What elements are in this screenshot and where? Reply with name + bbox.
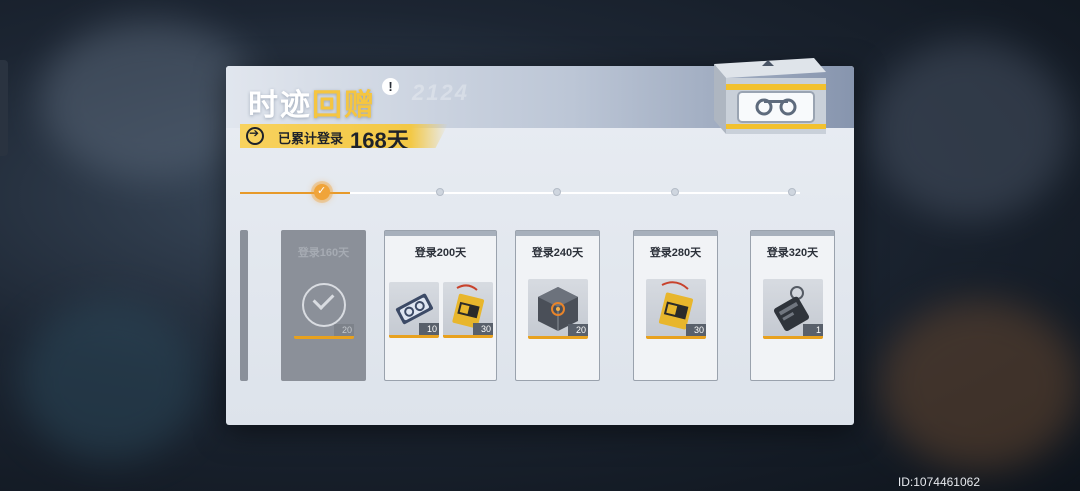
side-drawer-handle[interactable] <box>0 60 8 156</box>
panel-title: 时迹回赠 <box>248 80 376 124</box>
reward-card-200[interactable]: 登录200天 10 30 <box>384 230 497 381</box>
login-arrow-icon <box>246 126 264 145</box>
login-days-count: 168天 <box>350 128 409 153</box>
title-part1: 时迹 <box>248 89 312 122</box>
item-count: 20 <box>334 324 354 336</box>
progress-node <box>671 188 679 196</box>
login-days-label: 已累计登录 <box>278 131 344 146</box>
login-reward-panel: 时迹回赠 ! 2124 已累计登录 168天 <box>226 58 854 425</box>
item-count: 10 <box>419 323 439 335</box>
progress-node <box>553 188 561 196</box>
reward-card-title: 登录240天 <box>531 247 584 259</box>
reward-card-title: 登录280天 <box>649 247 702 259</box>
reward-item-slot[interactable]: 30 <box>443 282 493 338</box>
item-count: 30 <box>686 324 706 336</box>
reward-item-slot[interactable]: 20 <box>528 279 588 339</box>
reward-card-160[interactable]: 登录160天 20 <box>281 230 366 381</box>
reward-card-280[interactable]: 登录280天 30 <box>633 230 718 381</box>
reward-card-320[interactable]: 登录320天 1 <box>750 230 835 381</box>
progress-node-current <box>314 184 330 200</box>
item-count: 1 <box>803 324 823 336</box>
title-part2: 回赠 <box>312 89 376 122</box>
login-days-banner: 已累计登录 168天 <box>240 124 448 148</box>
header-watermark: 2124 <box>412 80 469 105</box>
reward-card-240[interactable]: 登录240天 20 <box>515 230 600 381</box>
item-count: 30 <box>473 323 493 335</box>
player-id: ID:1074461062 <box>897 475 980 489</box>
progress-node <box>788 188 796 196</box>
reward-chest-icon <box>702 54 828 136</box>
reward-item-slot[interactable]: 30 <box>646 279 706 339</box>
panel-header: 时迹回赠 ! 2124 <box>226 58 854 134</box>
previous-card-edge[interactable] <box>240 230 248 381</box>
reward-card-title: 登录320天 <box>766 247 819 259</box>
reward-card-title: 登录160天 <box>297 247 350 259</box>
reward-item-slot[interactable]: 1 <box>763 279 823 339</box>
claimed-check-icon <box>302 283 346 327</box>
item-count: 20 <box>568 324 588 336</box>
progress-node <box>436 188 444 196</box>
progress-fill <box>240 192 350 194</box>
reward-card-title: 登录200天 <box>414 247 467 259</box>
info-icon[interactable]: ! <box>382 78 399 95</box>
reward-item-slot[interactable]: 10 <box>389 282 439 338</box>
